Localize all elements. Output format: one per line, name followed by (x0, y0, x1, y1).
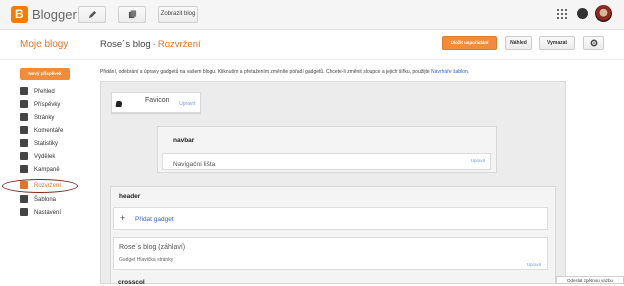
favicon-icon (115, 101, 123, 107)
view-blog-button[interactable]: Zobrazit blog (158, 6, 198, 23)
navbar-gadget[interactable]: Navigační lišta Upravit (162, 153, 491, 170)
sidebar-item-stats[interactable]: Statistiky (20, 138, 58, 150)
stats-icon (20, 139, 28, 148)
plus-icon: + (120, 213, 126, 223)
sidebar-item-label: Stránky (34, 115, 55, 121)
favicon-edit-link[interactable]: Upravit (179, 101, 195, 107)
preview-button[interactable]: Náhled (505, 36, 532, 50)
page-title: Rozvržení (157, 39, 201, 50)
comments-icon (20, 126, 28, 135)
template-icon (20, 195, 28, 204)
documents-icon (128, 10, 136, 19)
sidebar-item-label: Nastavení (34, 210, 62, 216)
posts-list-button[interactable] (118, 6, 146, 23)
campaign-icon (20, 165, 28, 174)
pencil-icon (88, 10, 96, 19)
blog-name[interactable]: Rose´s blog (100, 39, 151, 50)
sidebar-item-posts[interactable]: Příspěvky (20, 99, 60, 111)
breadcrumb: Rose´s blog · Rozvržení (100, 39, 201, 50)
gear-icon (590, 39, 597, 47)
breadcrumb-separator: · (152, 39, 156, 50)
sidebar-item-label: Šablona (34, 197, 57, 203)
pages-icon (20, 113, 28, 122)
header-gadget-type: Gadget Hlavička stránky (119, 257, 174, 263)
sidebar-item-campaigns[interactable]: Kampaně (20, 164, 60, 176)
sidebar-item-label: Statistiky (34, 141, 59, 147)
add-gadget-label: Přidat gadget (135, 216, 174, 223)
posts-icon (20, 100, 28, 109)
template-designer-link[interactable]: Návrháře šablon. (431, 69, 469, 75)
navbar-edit-link[interactable]: Upravit (471, 158, 485, 163)
highlight-circle (2, 179, 78, 193)
save-arrangement-button[interactable]: Uložit uspořádání (442, 36, 497, 50)
new-post-pencil-button[interactable] (78, 6, 106, 23)
header-gadget-name: Rose´s blog (záhlaví) (119, 244, 186, 251)
favicon-label: Favicon (145, 97, 170, 104)
new-post-button[interactable]: Nový příspěvek (20, 68, 70, 80)
description-text: Přidání, odebrání a úpravy gadgetů na va… (100, 69, 430, 75)
sidebar-item-label: Přehled (34, 89, 55, 95)
sidebar-item-comments[interactable]: Komentáře (20, 125, 63, 137)
favicon-gadget[interactable]: Favicon Upravit (111, 92, 201, 113)
home-icon (20, 87, 28, 96)
add-gadget-button[interactable]: + Přidat gadget (113, 207, 548, 230)
apps-grid-icon[interactable] (557, 9, 567, 19)
sidebar-item-label: Komentáře (34, 128, 64, 134)
sidebar-item-label: Kampaně (34, 167, 60, 173)
header-section-title: header (119, 193, 141, 200)
layout-description: Přidání, odebrání a úpravy gadgetů na va… (100, 69, 469, 75)
notifications-icon[interactable] (577, 8, 588, 19)
header-edit-link[interactable]: Upravit (527, 262, 541, 267)
sidebar-item-label: Příspěvky (34, 102, 61, 108)
sidebar-item-template[interactable]: Šablona (20, 194, 56, 206)
sidebar-item-label: Výdělek (34, 154, 56, 160)
app-name[interactable]: Blogger (32, 7, 77, 22)
clear-button[interactable]: Vymazat (539, 36, 575, 50)
settings-button[interactable] (583, 36, 604, 50)
blogger-logo-icon[interactable]: B (11, 6, 28, 23)
navbar-gadget-name: Navigační lišta (173, 161, 216, 168)
avatar[interactable] (595, 5, 612, 22)
navbar-section-title: navbar (173, 137, 195, 144)
sidebar-item-pages[interactable]: Stránky (20, 112, 54, 124)
feedback-button[interactable]: Odeslat zpětnou vazbu (556, 276, 624, 284)
wrench-icon (20, 208, 28, 217)
sidebar-item-overview[interactable]: Přehled (20, 86, 55, 98)
trophy-icon (20, 152, 28, 161)
header-gadget[interactable]: Rose´s blog (záhlaví) Gadget Hlavička st… (113, 237, 548, 270)
crosscol-section-title: crosscol (118, 279, 145, 286)
sidebar-item-settings[interactable]: Nastavení (20, 207, 61, 219)
my-blogs-link[interactable]: Moje blogy (20, 39, 68, 50)
sidebar-item-earnings[interactable]: Výdělek (20, 151, 55, 163)
